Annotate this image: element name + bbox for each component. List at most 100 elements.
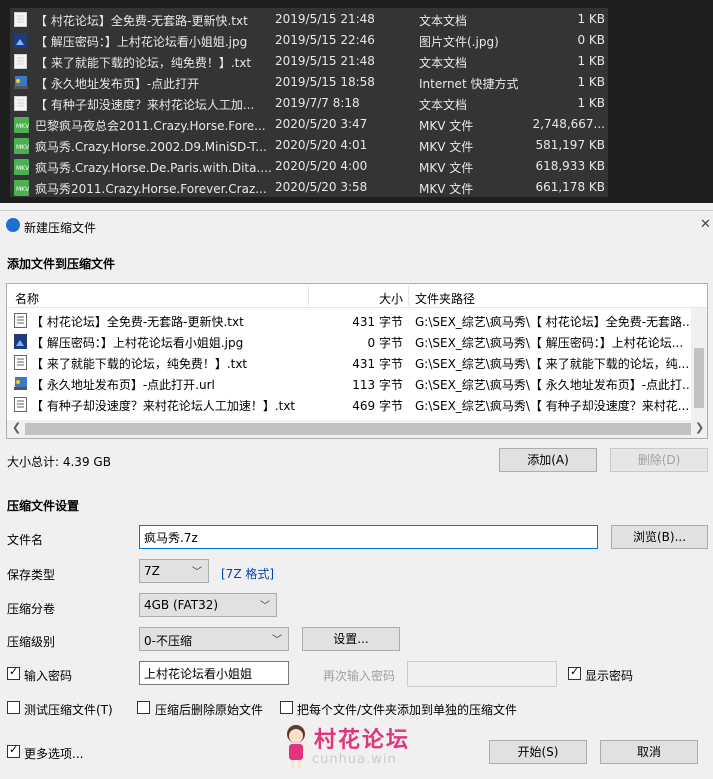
level-value: 0-不压缩 [144, 634, 192, 648]
scroll-right-icon[interactable]: ❯ [695, 421, 704, 434]
txt-icon [14, 397, 27, 412]
watermark-text: 村花论坛 [314, 728, 411, 753]
file-name-cell: 【 有种子却没速度？来村花论坛人工加速！】.txt [31, 399, 296, 413]
level-label: 压缩级别 [7, 635, 56, 649]
split-select[interactable]: 4GB (FAT32) ﹀ [139, 593, 277, 617]
vertical-scrollbar[interactable] [691, 308, 707, 420]
explorer-file-type: 文本文档 [419, 98, 468, 112]
explorer-file-date: 2019/5/15 18:58 [275, 75, 375, 89]
explorer-file-size: 1 KB [577, 12, 605, 26]
add-section-heading: 添加文件到压缩文件 [7, 257, 116, 271]
delete-after-checkbox[interactable] [137, 701, 150, 714]
more-options-checkbox[interactable]: ✓ [7, 743, 20, 758]
explorer-file-date: 2019/7/7 8:18 [275, 96, 360, 110]
split-value: 4GB (FAT32) [144, 598, 219, 612]
chevron-down-icon: ﹀ [272, 635, 282, 646]
scroll-left-icon[interactable]: ❮ [12, 421, 21, 434]
svg-text:MKV: MKV [16, 165, 29, 172]
explorer-file-name: 疯马秀.Crazy.Horse.De.Paris.with.Dita.... [35, 161, 272, 175]
table-row[interactable]: 【 村花论坛】全免费-无套路-更新快.txt 431 字节 G:\SEX_综艺\疯马… [7, 309, 707, 330]
explorer-file-size: 1 KB [577, 54, 605, 68]
explorer-file-row[interactable]: MKV 巴黎疯马夜总会2011.Crazy.Horse.Fore... 2020/5… [10, 113, 608, 134]
explorer-file-date: 2020/5/20 4:00 [275, 159, 368, 173]
explorer-file-row[interactable]: MKV 疯马秀.Crazy.Horse.2002.D9.MiniSD-T... 20… [10, 134, 608, 155]
chevron-down-icon: ﹀ [260, 601, 270, 612]
watermark-url: cunhua.win [312, 752, 397, 767]
cancel-button[interactable]: 取消 [600, 740, 698, 764]
level-select[interactable]: 0-不压缩 ﹀ [139, 627, 289, 651]
header-path[interactable]: 文件夹路径 [415, 290, 475, 307]
txt-icon [14, 355, 27, 370]
explorer-file-row[interactable]: MKV 疯马秀.Crazy.Horse.De.Paris.with.Dita...… [10, 155, 608, 176]
jpg-icon [14, 33, 29, 49]
password-checkbox[interactable]: ✓ [7, 665, 20, 680]
file-path-cell: G:\SEX_综艺\疯马秀\【 有种子却没速度？来村花... [415, 399, 690, 413]
level-settings-button[interactable]: 设置... [302, 627, 400, 651]
check-icon: ✓ [9, 665, 19, 678]
explorer-file-row[interactable]: 【 有种子却没速度？来村花论坛人工加... 2019/7/7 8:18 文本文档 1 … [10, 92, 608, 113]
txt-icon [14, 12, 29, 28]
table-row[interactable]: 【 来了就能下载的论坛，纯免费！】.txt 431 字节 G:\SEX_综艺\疯马秀… [7, 351, 707, 372]
savetype-select[interactable]: 7Z ﹀ [139, 559, 209, 583]
reenter-input[interactable] [407, 661, 557, 687]
format-link[interactable]: [7Z 格式] [221, 565, 274, 582]
mkv-icon: MKV [14, 117, 29, 133]
more-options-label[interactable]: 更多选项... [24, 745, 83, 762]
explorer-file-date: 2020/5/20 3:47 [275, 117, 368, 131]
explorer-file-name: 疯马秀2011.Crazy.Horse.Forever.Craz... [35, 182, 267, 196]
browse-button[interactable]: 浏览(B)... [611, 525, 708, 549]
explorer-file-type: 图片文件(.jpg) [419, 35, 499, 49]
explorer-file-date: 2019/5/15 21:48 [275, 54, 375, 68]
explorer-file-row[interactable]: MKV 疯马秀2011.Crazy.Horse.Forever.Craz... 20… [10, 176, 608, 197]
file-path-cell: G:\SEX_综艺\疯马秀\【 来了就能下载的论坛，纯... [415, 357, 690, 371]
explorer-file-row[interactable]: 【 解压密码：】上村花论坛看小姐姐.jpg 2019/5/15 22:46 图片文件… [10, 29, 608, 50]
explorer-file-size: 2,748,667... [532, 117, 605, 131]
explorer-file-row[interactable]: 【 永久地址发布页】-点此打开 2019/5/15 18:58 Internet 快… [10, 71, 608, 92]
explorer-file-type: Internet 快捷方式 [419, 77, 519, 91]
test-checkbox[interactable] [7, 701, 20, 714]
horizontal-scrollbar[interactable]: ❮ ❯ [7, 420, 707, 438]
table-row[interactable]: 【 永久地址发布页】-点此打开.url 113 字节 G:\SEX_综艺\疯马秀\【… [7, 372, 707, 393]
start-button[interactable]: 开始(S) [489, 740, 587, 764]
explorer-file-name: 【 解压密码：】上村花论坛看小姐姐.jpg [35, 35, 248, 49]
password-input[interactable]: 上村花论坛看小姐姐 [139, 661, 289, 685]
jpg-icon [14, 334, 27, 349]
dialog-titlebar: 新建压缩文件 ✕ [0, 210, 713, 242]
explorer-file-size: 618,933 KB [535, 159, 605, 173]
explorer-file-date: 2020/5/20 3:58 [275, 180, 368, 194]
table-row[interactable]: 【 有种子却没速度？来村花论坛人工加速！】.txt 469 字节 G:\SEX_综艺… [7, 393, 707, 414]
show-password-checkbox[interactable]: ✓ [568, 665, 581, 680]
file-name-cell: 【 来了就能下载的论坛，纯免费！】.txt [31, 357, 248, 371]
explorer-file-name: 【 永久地址发布页】-点此打开 [35, 77, 200, 91]
explorer-file-name: 巴黎疯马夜总会2011.Crazy.Horse.Fore... [35, 119, 266, 133]
explorer-file-row[interactable]: 【 来了就能下载的论坛，纯免费！】.txt 2019/5/15 21:48 文本文档… [10, 50, 608, 71]
explorer-file-name: 疯马秀.Crazy.Horse.2002.D9.MiniSD-T... [35, 140, 267, 154]
add-button[interactable]: 添加(A) [499, 448, 597, 472]
explorer-file-date: 2019/5/15 21:48 [275, 12, 375, 26]
close-icon[interactable]: ✕ [700, 217, 711, 232]
cartoon-girl-icon [284, 724, 308, 768]
svg-text:MKV: MKV [16, 123, 29, 130]
check-icon: ✓ [570, 665, 580, 678]
filename-input[interactable]: 疯马秀.7z [139, 525, 598, 549]
file-list[interactable]: 名称 大小 文件夹路径 【 村花论坛】全免费-无套路-更新快.txt 431 字节… [6, 283, 708, 439]
separate-label: 把每个文件/文件夹添加到单独的压缩文件 [297, 703, 518, 717]
savetype-value: 7Z [144, 564, 160, 578]
chevron-down-icon: ﹀ [192, 567, 202, 578]
explorer-file-row[interactable]: 【 村花论坛】全免费-无套路-更新快.txt 2019/5/15 21:48 文本文… [10, 8, 608, 29]
file-size-cell: 431 字节 [352, 315, 403, 329]
header-size[interactable]: 大小 [379, 290, 403, 307]
header-name[interactable]: 名称 [15, 290, 39, 307]
scroll-thumb[interactable] [25, 423, 691, 435]
txt-icon [14, 313, 27, 328]
mkv-icon: MKV [14, 138, 29, 154]
explorer-file-size: 581,197 KB [535, 138, 605, 152]
reenter-label: 再次输入密码 [323, 669, 396, 683]
total-size: 大小总计: 4.39 GB [7, 455, 111, 469]
explorer-file-type: 文本文档 [419, 14, 468, 28]
separate-checkbox[interactable] [280, 701, 293, 714]
watermark: 村花论坛 cunhua.win [284, 722, 434, 774]
file-name-cell: 【 村花论坛】全免费-无套路-更新快.txt [31, 315, 244, 329]
delete-button[interactable]: 删除(D) [610, 448, 708, 472]
table-row[interactable]: 【 解压密码：】上村花论坛看小姐姐.jpg 0 字节 G:\SEX_综艺\疯马秀\【… [7, 330, 707, 351]
